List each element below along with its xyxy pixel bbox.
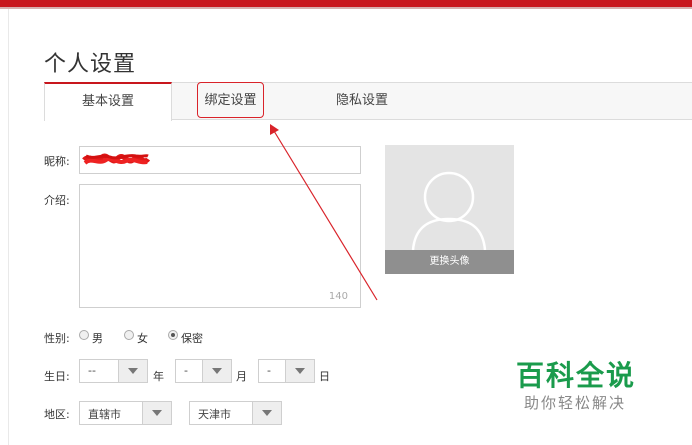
watermark-title: 百科全说 — [516, 359, 637, 392]
watermark-subtitle: 助你轻松解决 — [524, 394, 627, 412]
